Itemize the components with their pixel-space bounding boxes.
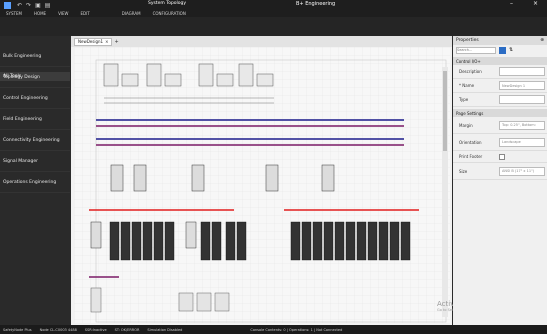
save-icon[interactable]: ▣ — [35, 2, 41, 9]
status-item: Simulation Disabled — [147, 327, 183, 332]
ribbon-tab-home[interactable]: HOME — [34, 11, 46, 16]
margin-field[interactable]: Top: 0.25", Bottom: — [499, 120, 545, 130]
orientation-select[interactable]: Landscape — [499, 137, 545, 147]
property-label: Orientation — [459, 139, 482, 145]
server-tower — [103, 63, 119, 87]
controller-module — [191, 164, 205, 192]
diagram-editor: NewDesign1 × + Activate Go to — [71, 36, 500, 325]
workstation-monitor — [256, 73, 274, 87]
property-row: * Name NewDesign 1 — [453, 79, 547, 93]
property-row: Size ANSI B (17" x 11") — [453, 163, 547, 180]
ribbon-tab-configuration[interactable]: CONFIGURATION — [153, 11, 186, 16]
status-item: SafetyNode Plus — [3, 327, 32, 332]
app-icon — [4, 1, 11, 9]
title-bar: ↶ ↷ ▣ ▤ System Topology B+ Engineering –… — [0, 0, 547, 10]
server-tower — [238, 63, 254, 87]
size-select[interactable]: ANSI B (17" x 11") — [499, 166, 545, 176]
undo-icon[interactable]: ↶ — [17, 2, 22, 9]
categorized-icon[interactable] — [499, 46, 506, 54]
status-bar: SafetyNode Plus Node CL-C0003 4488 SSR:I… — [0, 325, 547, 334]
property-row: Description — [453, 65, 547, 79]
sidebar-item-signal-manager[interactable]: Signal Manager — [0, 151, 70, 172]
property-row: Type — [453, 93, 547, 107]
description-field[interactable] — [499, 67, 545, 76]
status-item: SSR:Inactive — [84, 327, 107, 332]
page-settings-header[interactable]: Page Settings — [453, 109, 547, 117]
workstation-monitor — [164, 73, 182, 87]
sidebar-item-connectivity-engineering[interactable]: Connectivity Engineering — [0, 130, 70, 151]
sidebar-item-control-engineering[interactable]: Control Engineering — [0, 88, 70, 109]
control-section-header[interactable]: Control I/O+ — [453, 57, 547, 65]
redo-icon[interactable]: ↷ — [26, 2, 31, 9]
sidebar-item-bulk-engineering[interactable]: Bulk Engineering — [0, 46, 70, 67]
ribbon-tabs: SYSTEM HOME VIEW EDIT DIAGRAM CONFIGURAT… — [0, 10, 547, 17]
property-label: Type — [459, 97, 469, 102]
name-field[interactable]: NewDesign 1 — [499, 81, 545, 90]
sidebar-item-operations-engineering[interactable]: Operations Engineering — [0, 172, 70, 193]
sidebar: All Tools Bulk Engineering Topology Desi… — [0, 36, 70, 325]
property-label: * Name — [459, 83, 475, 88]
properties-search-input[interactable] — [456, 46, 496, 54]
property-row: Orientation Landscape — [453, 134, 547, 151]
property-row: Margin Top: 0.25", Bottom: — [453, 117, 547, 134]
quick-access-toolbar: ↶ ↷ ▣ ▤ — [17, 2, 50, 9]
ribbon-body — [0, 17, 547, 36]
workstation-monitor — [216, 73, 234, 87]
ribbon-tab-view[interactable]: VIEW — [58, 11, 68, 16]
app-title: System Topology — [148, 1, 187, 6]
sidebar-item-topology-design[interactable]: Topology Design — [0, 67, 70, 88]
property-row: Print Footer — [453, 151, 547, 163]
add-tab-icon[interactable]: + — [114, 39, 118, 45]
ribbon-tab-edit[interactable]: EDIT — [81, 11, 90, 16]
property-label: Description — [459, 69, 482, 74]
topology-diagram — [74, 47, 450, 323]
tab-newdesign1[interactable]: NewDesign1 × — [74, 37, 113, 46]
controller-module — [110, 164, 124, 192]
scrollbar-thumb — [443, 71, 447, 151]
status-item: Console Contents: 0 | Operations: 1 | No… — [250, 327, 343, 332]
close-icon[interactable]: × — [533, 0, 538, 7]
property-label: Size — [459, 168, 468, 174]
diagram-canvas[interactable] — [74, 47, 450, 323]
print-icon[interactable]: ▤ — [45, 2, 51, 9]
controller-module — [133, 164, 147, 192]
property-label: Margin — [459, 122, 473, 128]
close-tab-icon[interactable]: × — [105, 39, 108, 44]
property-label: Print Footer — [459, 154, 483, 159]
properties-panel: Properties ⊕ ⇅ Control I/O+ Description … — [453, 36, 547, 325]
properties-toolbar: ⇅ — [453, 45, 547, 55]
status-item: ST: OK/ERROR — [114, 327, 140, 332]
type-field[interactable] — [499, 95, 545, 104]
server-tower — [198, 63, 214, 87]
server-tower — [146, 63, 162, 87]
window-title: B+ Engineering — [296, 1, 336, 7]
editor-tab-bar: NewDesign1 × + — [71, 36, 452, 47]
sidebar-item-field-engineering[interactable]: Field Engineering — [0, 109, 70, 130]
controller-module — [265, 164, 279, 192]
sort-icon[interactable]: ⇅ — [509, 47, 513, 53]
pin-icon[interactable]: ⊕ — [540, 38, 544, 43]
print-footer-checkbox[interactable] — [499, 153, 505, 160]
status-item: Node CL-C0003 4488 — [39, 327, 77, 332]
tab-label: NewDesign1 — [78, 39, 104, 44]
ribbon-tab-system[interactable]: SYSTEM — [6, 11, 22, 16]
properties-header: Properties ⊕ — [453, 36, 547, 45]
ribbon-tab-diagram[interactable]: DIAGRAM — [122, 11, 141, 16]
minimize-icon[interactable]: – — [510, 0, 513, 7]
controller-module — [321, 164, 335, 192]
properties-title: Properties — [456, 38, 479, 43]
workstation-monitor — [121, 73, 139, 87]
